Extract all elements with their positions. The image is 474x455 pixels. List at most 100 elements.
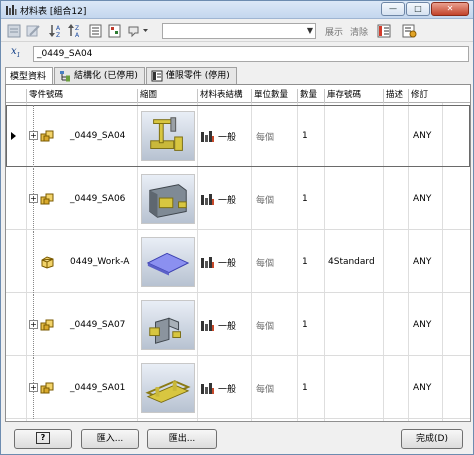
revision-cell[interactable]: ANY — [413, 168, 431, 230]
bom-structure-icon — [201, 319, 214, 331]
assembly-icon — [40, 130, 54, 142]
bom-structure-icon — [201, 382, 214, 394]
search-row: x1 _0449_SA04 — [1, 43, 473, 65]
tab-label: 結構化 (已停用) — [74, 71, 138, 81]
part-number[interactable]: _0449_SA01 — [70, 357, 125, 419]
bom-window: 材料表 [組合12] — □ ✕ AZ ZA ▼ 展示 清除 x1 _0449_… — [0, 0, 474, 455]
export-table-icon[interactable] — [88, 23, 104, 39]
revision-cell[interactable]: ANY — [413, 231, 431, 293]
bom-structure-cell[interactable]: 一般 — [200, 231, 236, 293]
part-thumbnail-image — [141, 237, 195, 287]
edit-icon[interactable] — [25, 23, 41, 39]
unit-qty-cell[interactable]: 每個 — [256, 168, 274, 230]
view-options-icon[interactable] — [127, 23, 149, 39]
bom-structure-cell[interactable]: 一般 — [200, 105, 236, 167]
row-selector-arrow — [11, 132, 16, 140]
expand-toggle[interactable]: + — [29, 194, 38, 203]
unit-qty-cell[interactable]: 每個 — [256, 357, 274, 419]
expand-toggle[interactable]: + — [29, 131, 38, 140]
qty-cell[interactable]: 1 — [302, 105, 308, 167]
chevron-down-icon: ▼ — [306, 26, 313, 35]
revision-cell[interactable]: ANY — [413, 294, 431, 356]
column-header-bom-structure[interactable]: 材料表結構 — [197, 89, 251, 103]
tab-label: 模型資料 — [10, 71, 47, 82]
import-button[interactable]: 匯入... — [81, 429, 139, 449]
column-header-description[interactable]: 描述 — [383, 89, 408, 103]
sort-descending-icon[interactable]: ZA — [67, 23, 83, 39]
table-header: 零件號碼 縮圖 材料表結構 單位數量 數量 庫存號碼 描述 修訂 — [6, 89, 470, 103]
part-number[interactable]: 0449_Work-A — [70, 231, 129, 293]
dialog-footer: ? 匯入... 匯出... 完成(D) — [1, 425, 473, 455]
bom-structure-value: 一般 — [218, 384, 237, 395]
table-row[interactable]: + _0449_SA01 一般 每個 1 ANY — [6, 357, 470, 419]
part-filter-select[interactable]: ▼ — [162, 23, 316, 39]
revision-cell[interactable]: ANY — [413, 357, 431, 419]
report-icon[interactable] — [107, 23, 123, 39]
bom-structure-icon — [201, 193, 214, 205]
window-title: 材料表 [組合12] — [20, 7, 87, 17]
table-row[interactable]: + _0449_SA06 一般 每個 1 ANY — [6, 168, 470, 230]
unit-qty-cell[interactable]: 每個 — [256, 231, 274, 293]
table-row[interactable]: 0449_Work-A 一般 每個 1 4Standard ANY — [6, 231, 470, 293]
export-button[interactable]: 匯出... — [147, 429, 217, 449]
formula-icon[interactable]: x1 — [11, 46, 29, 62]
tab-parts-only[interactable]: 僅限零件 (停用) — [145, 67, 237, 84]
assembly-icon — [40, 319, 54, 331]
svg-text:Z: Z — [75, 25, 79, 32]
column-header-revision[interactable]: 修訂 — [408, 89, 442, 103]
part-number[interactable]: _0449_SA06 — [70, 168, 125, 230]
column-header-part-number[interactable]: 零件號碼 — [26, 89, 137, 103]
unit-qty-cell[interactable]: 每個 — [256, 105, 274, 167]
part-number[interactable]: _0449_SA04 — [70, 105, 125, 167]
bom-editor-icon[interactable] — [6, 23, 22, 39]
bom-structure-cell[interactable]: 一般 — [200, 294, 236, 356]
expand-toggle[interactable]: + — [29, 320, 38, 329]
done-button[interactable]: 完成(D) — [401, 429, 463, 449]
svg-text:A: A — [56, 25, 61, 32]
close-button[interactable]: ✕ — [431, 2, 469, 16]
part-number[interactable]: _0449_SA07 — [70, 294, 125, 356]
unit-qty-cell[interactable]: 每個 — [256, 294, 274, 356]
part-icon — [41, 256, 54, 269]
qty-cell[interactable]: 1 — [302, 231, 308, 293]
search-input[interactable]: _0449_SA04 — [33, 46, 469, 62]
bom-structure-cell[interactable]: 一般 — [200, 168, 236, 230]
tab-label: 僅限零件 (停用) — [165, 71, 230, 81]
part-thumbnail-image — [141, 363, 195, 413]
bom-structure-icon — [201, 256, 214, 268]
qty-cell[interactable]: 1 — [302, 357, 308, 419]
clear-button[interactable]: 清除 — [350, 25, 368, 38]
bom-table: 零件號碼 縮圖 材料表結構 單位數量 數量 庫存號碼 描述 修訂 + _0449_… — [5, 84, 471, 422]
tab-model-data[interactable]: 模型資料 — [5, 67, 54, 85]
qty-cell[interactable]: 1 — [302, 168, 308, 230]
assembly-icon — [40, 193, 54, 205]
show-button[interactable]: 展示 — [325, 25, 343, 38]
column-header-qty[interactable]: 數量 — [297, 89, 324, 103]
stock-number-cell[interactable]: 4Standard — [328, 231, 375, 293]
table-row[interactable]: + _0449_SA04 一般 每個 1 ANY — [6, 105, 470, 167]
column-chooser-icon[interactable] — [376, 23, 392, 39]
sort-ascending-icon[interactable]: AZ — [48, 23, 64, 39]
part-thumbnail-image — [141, 174, 195, 224]
tab-bar: 模型資料 結構化 (已停用) 僅限零件 (停用) — [5, 67, 238, 85]
help-icon: ? — [36, 431, 50, 444]
toolbar: AZ ZA ▼ 展示 清除 — [1, 20, 473, 42]
title-bar[interactable]: 材料表 [組合12] — □ ✕ — [1, 1, 473, 19]
table-row[interactable]: + _0449_SA07 一般 每個 1 ANY — [6, 294, 470, 356]
parts-list-icon — [151, 70, 163, 82]
bom-structure-value: 一般 — [218, 321, 237, 332]
column-header-unit-qty[interactable]: 單位數量 — [251, 89, 297, 103]
expand-toggle[interactable]: + — [29, 383, 38, 392]
maximize-button[interactable]: □ — [406, 2, 430, 16]
bom-structure-cell[interactable]: 一般 — [200, 357, 236, 419]
minimize-button[interactable]: — — [381, 2, 405, 16]
bom-structure-value: 一般 — [218, 132, 237, 143]
column-header-stock-number[interactable]: 庫存號碼 — [324, 89, 383, 103]
help-button[interactable]: ? — [14, 429, 72, 449]
qty-cell[interactable]: 1 — [302, 294, 308, 356]
bom-structure-value: 一般 — [218, 195, 237, 206]
customize-icon[interactable] — [401, 23, 417, 39]
tab-structured[interactable]: 結構化 (已停用) — [54, 67, 145, 84]
revision-cell[interactable]: ANY — [413, 105, 431, 167]
column-header-thumbnail[interactable]: 縮圖 — [137, 89, 197, 103]
